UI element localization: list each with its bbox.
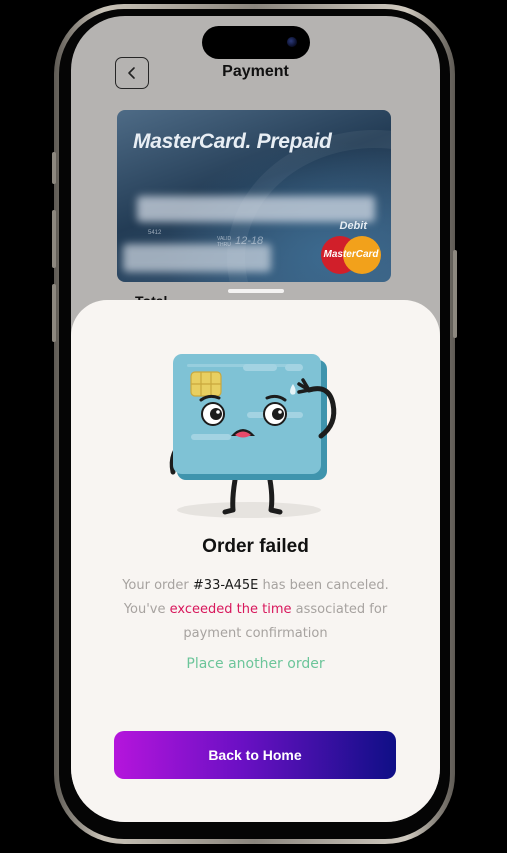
sad-credit-card-icon bbox=[169, 354, 337, 518]
phone-screen: Payment MasterCard. Prepaid 5412 VALID T… bbox=[71, 16, 440, 822]
volume-up-button bbox=[52, 210, 56, 268]
card-type: Debit bbox=[339, 220, 368, 232]
credit-card[interactable]: MasterCard. Prepaid 5412 VALID THRU 12-1… bbox=[117, 110, 391, 282]
cancel-message-line-2: You've exceeded the time associated for bbox=[123, 602, 388, 617]
page-title: Payment bbox=[222, 63, 289, 80]
mastercard-logo-icon: MasterCard bbox=[321, 236, 381, 274]
card-small-code: 5412 bbox=[148, 230, 162, 236]
card-number-redacted bbox=[137, 196, 375, 222]
volume-down-button bbox=[52, 284, 56, 342]
order-failed-sheet: Order failed Your order #33-A45E has bee… bbox=[71, 300, 440, 822]
card-brand: MasterCard. Prepaid bbox=[133, 130, 332, 153]
dynamic-island bbox=[202, 26, 310, 59]
camera-icon bbox=[287, 37, 297, 47]
power-button bbox=[453, 250, 457, 338]
cancel-message-line-1: Your order #33-A45E has been canceled. bbox=[122, 578, 389, 593]
action-button bbox=[52, 152, 56, 184]
place-another-order-link[interactable]: Place another order bbox=[71, 656, 440, 672]
back-to-home-button[interactable]: Back to Home bbox=[114, 731, 396, 779]
sheet-drag-handle[interactable] bbox=[228, 289, 284, 293]
timeout-highlight: exceeded the time bbox=[169, 602, 292, 617]
order-id: #33-A45E bbox=[192, 578, 259, 593]
order-failed-title: Order failed bbox=[202, 536, 309, 557]
cancel-message-line-3: payment confirmation bbox=[183, 626, 328, 641]
cardholder-name-redacted bbox=[123, 244, 271, 272]
